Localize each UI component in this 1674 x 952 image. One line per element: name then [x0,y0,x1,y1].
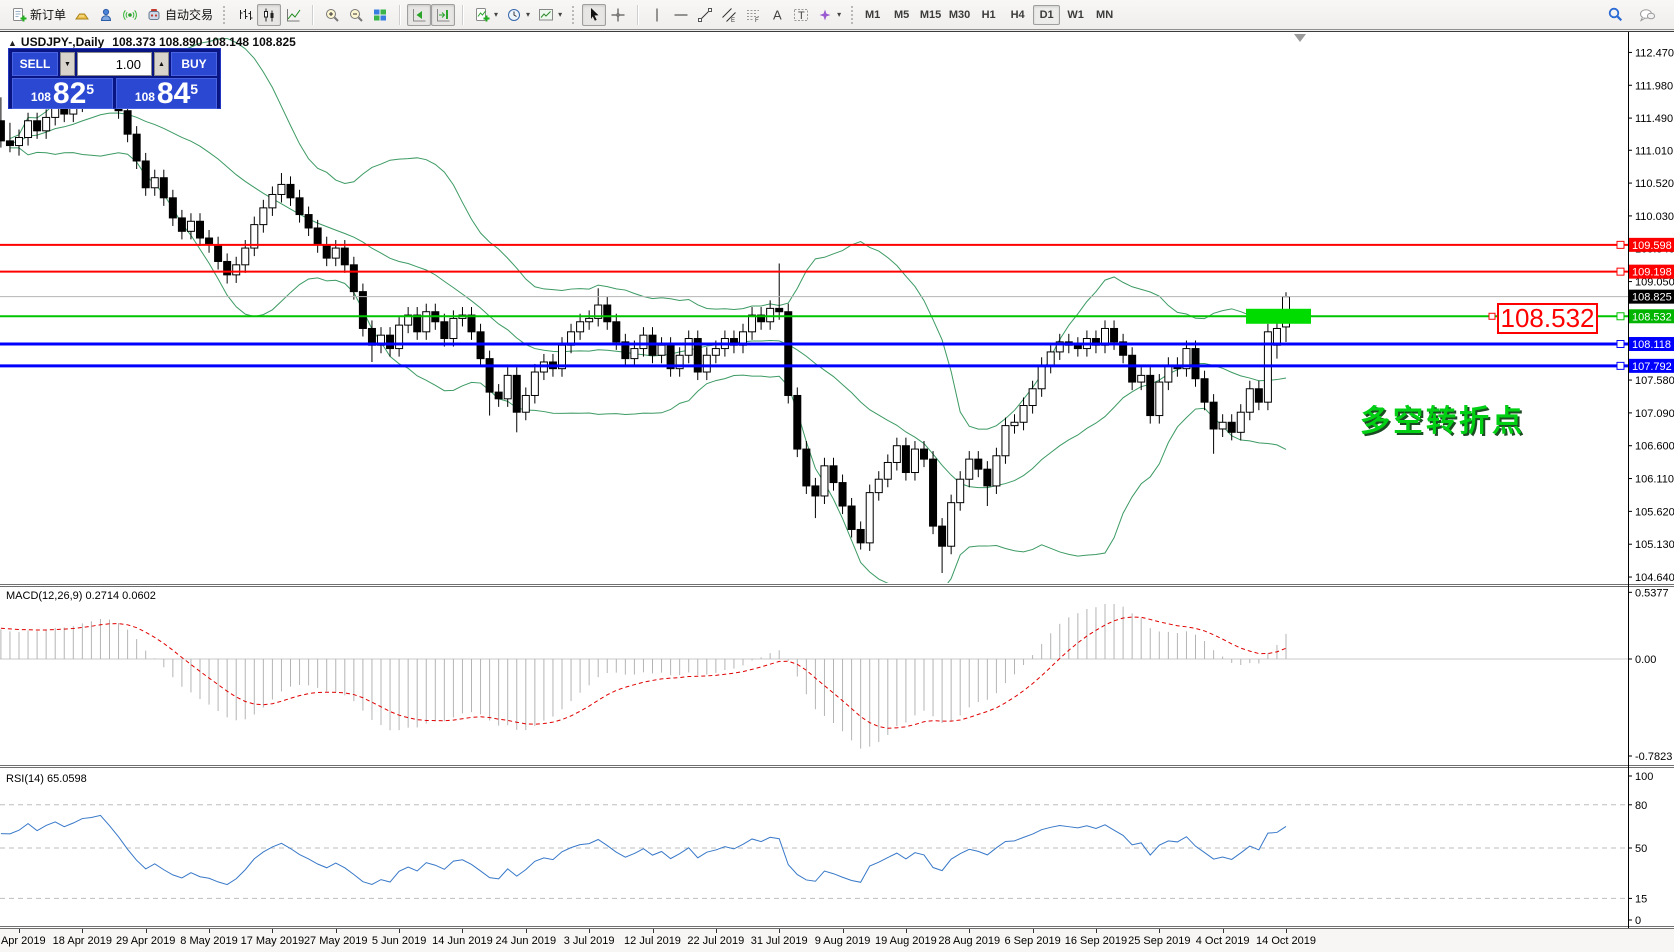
date-tick [1033,929,1034,933]
date-tick [82,929,83,933]
svg-text:106.600: 106.600 [1635,441,1674,453]
svg-text:107.090: 107.090 [1635,408,1674,420]
svg-text:111.980: 111.980 [1635,80,1673,92]
svg-text:106.110: 106.110 [1635,474,1674,486]
volume-increase-button[interactable]: ▲ [154,52,169,76]
buy-price-tile[interactable]: 108 84 5 [116,78,217,109]
chart-window: 112.470 111.980 111.490 111.010 110.520 110.0… [0,31,1674,952]
date-tick [209,929,210,933]
turning-point-annotation: 多空转折点 [1360,396,1525,440]
sell-price-main: 82 [53,81,86,107]
sell-price-prefix: 108 [31,90,51,104]
price-chart[interactable]: 112.470 111.980 111.490 111.010 110.520 110.0… [0,1,1674,952]
date-tick [653,929,654,933]
date-tick [969,929,970,933]
date-tick [1286,929,1287,933]
svg-text:MACD(12,26,9) 0.2714 0.0602: MACD(12,26,9) 0.2714 0.0602 [6,590,156,602]
date-tick [399,929,400,933]
svg-text:108.532: 108.532 [1632,311,1672,323]
date-tick [272,929,273,933]
date-tick [716,929,717,933]
volume-decrease-button[interactable]: ▼ [60,52,75,76]
date-tick [1223,929,1224,933]
date-tick [526,929,527,933]
svg-text:111.010: 111.010 [1635,145,1673,157]
date-tick [19,929,20,933]
sell-price-pip: 5 [86,81,94,97]
svg-text:109.198: 109.198 [1632,267,1672,279]
price-level-callout[interactable]: 108.532 [1497,303,1598,334]
svg-text:80: 80 [1635,800,1647,812]
svg-text:105.620: 105.620 [1635,506,1674,518]
svg-text:107.580: 107.580 [1635,375,1674,387]
symbol-period-label: USDJPY-,Daily [21,35,104,49]
svg-text:RSI(14) 65.0598: RSI(14) 65.0598 [6,773,87,785]
svg-text:0.5377: 0.5377 [1635,587,1669,599]
date-tick [1096,929,1097,933]
sell-button[interactable]: SELL [12,52,58,76]
svg-text:111.490: 111.490 [1635,113,1673,125]
date-label: 14 Oct 2019 [1241,935,1331,947]
svg-text:105.130: 105.130 [1635,539,1674,551]
svg-text:0: 0 [1635,915,1641,927]
collapse-arrow-icon[interactable]: ▲ [8,38,17,48]
svg-text:110.030: 110.030 [1635,211,1674,223]
mt4-terminal: 新订单 自动交易 [0,0,1674,952]
chart-title: ▲ USDJPY-,Daily 108.373 108.890 108.148 10… [8,35,296,49]
svg-text:50: 50 [1635,843,1647,855]
spin-up-icon: ▲ [158,61,165,68]
buy-button[interactable]: BUY [171,52,217,76]
buy-price-main: 84 [157,81,190,107]
svg-text:108.118: 108.118 [1632,339,1671,351]
svg-text:112.470: 112.470 [1635,47,1674,59]
date-tick [779,929,780,933]
one-click-trade-panel: SELL ▼ 1.00 ▲ BUY 108 82 5 108 84 5 [8,48,221,109]
spin-down-icon: ▼ [64,61,71,68]
sell-price-tile[interactable]: 108 82 5 [12,78,113,109]
date-tick [336,929,337,933]
svg-text:107.792: 107.792 [1632,361,1672,373]
date-tick [589,929,590,933]
date-tick [146,929,147,933]
date-tick [1159,929,1160,933]
svg-text:-0.7823: -0.7823 [1635,751,1672,763]
buy-price-pip: 5 [190,81,198,97]
svg-text:108.825: 108.825 [1632,292,1672,304]
date-tick [906,929,907,933]
ohlc-values: 108.373 108.890 108.148 108.825 [112,35,296,49]
svg-text:15: 15 [1635,893,1647,905]
buy-price-prefix: 108 [135,90,155,104]
volume-input[interactable]: 1.00 [77,52,152,76]
date-axis[interactable]: 9 Apr 201918 Apr 201929 Apr 20198 May 20… [0,929,1674,952]
svg-text:109.598: 109.598 [1632,240,1672,252]
svg-text:0.00: 0.00 [1635,654,1656,666]
date-tick [462,929,463,933]
date-tick [843,929,844,933]
svg-text:110.520: 110.520 [1635,178,1674,190]
svg-text:104.640: 104.640 [1635,572,1674,584]
svg-text:100: 100 [1635,771,1653,783]
